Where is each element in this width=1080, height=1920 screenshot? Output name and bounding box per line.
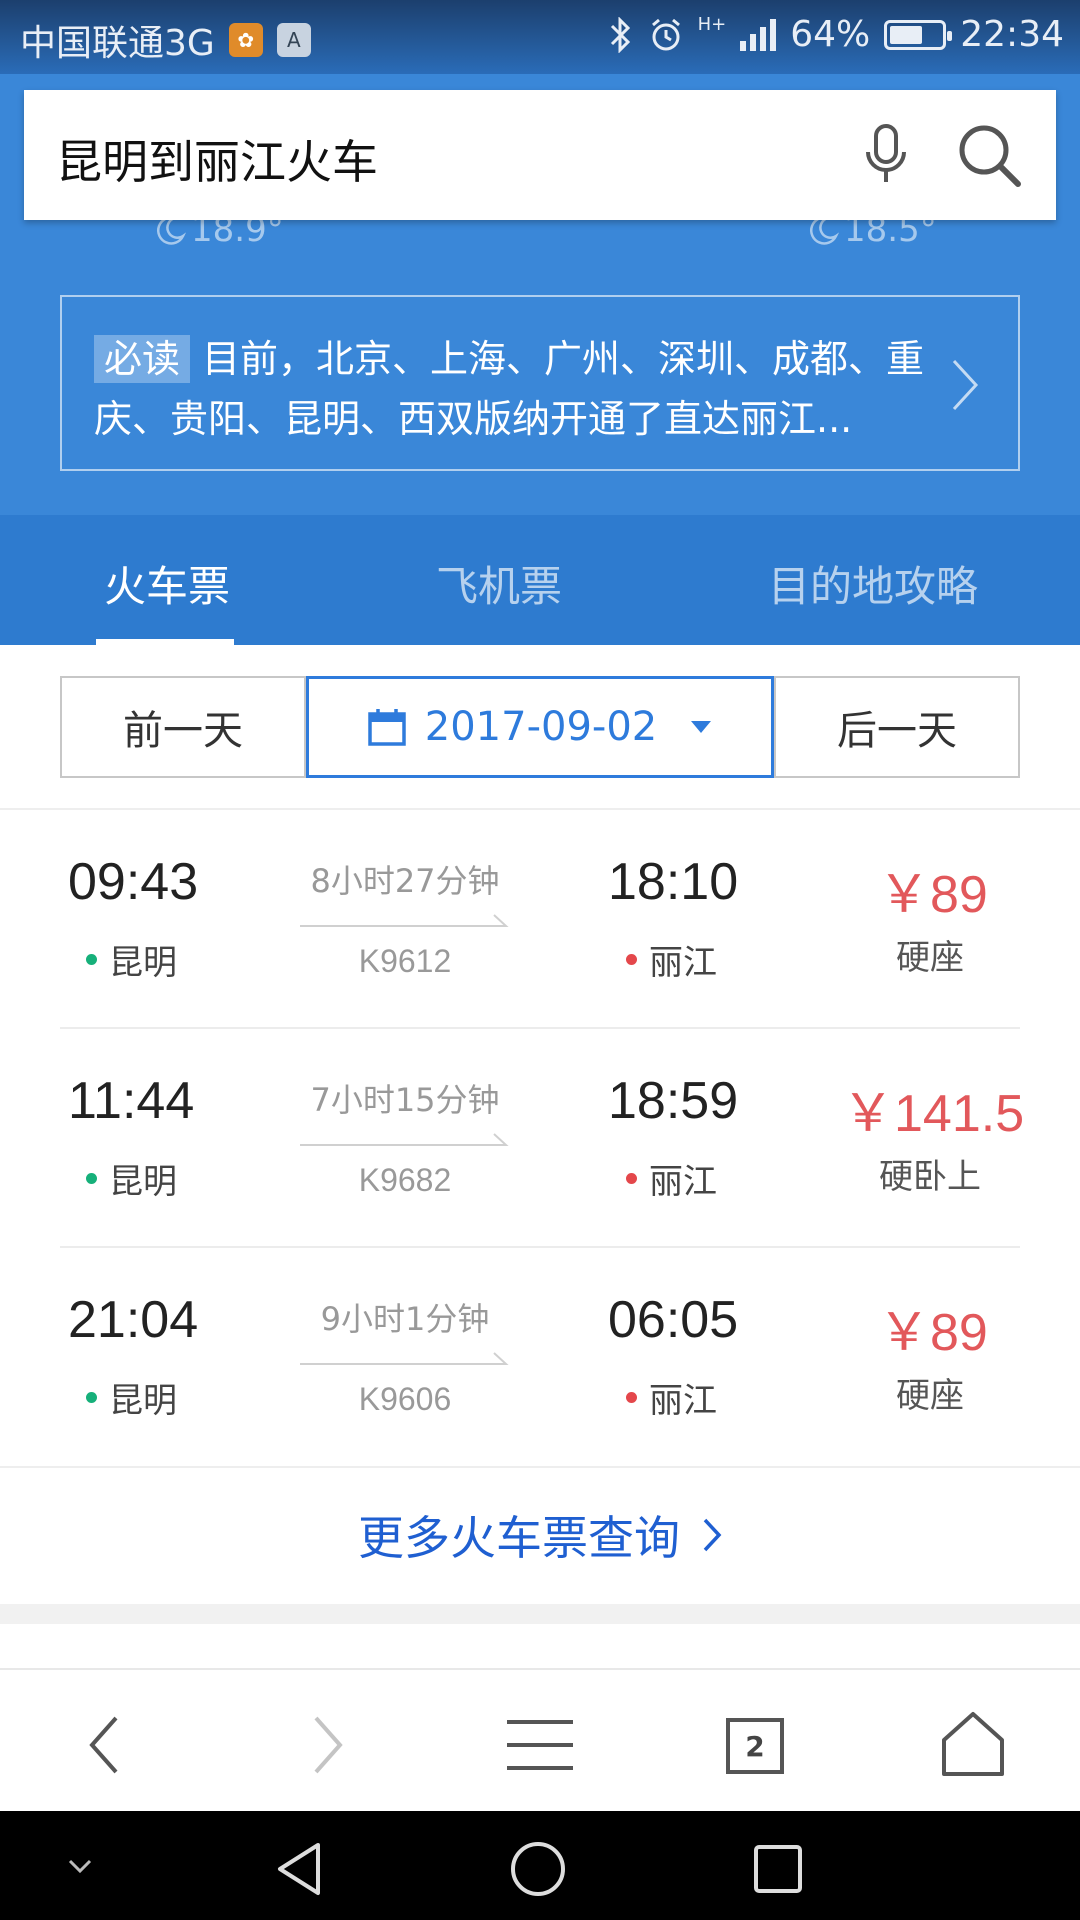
menu-icon[interactable] bbox=[505, 1710, 575, 1780]
tab-bar: 火车票 飞机票 目的地攻略 bbox=[0, 515, 1080, 645]
network-type-label: H+ bbox=[697, 14, 727, 35]
search-icon[interactable] bbox=[954, 120, 1024, 190]
status-bar: 中国联通3G ✿ A H+ 64% 22:34 bbox=[0, 0, 1080, 74]
price: ￥89 bbox=[878, 1304, 988, 1362]
chevron-right-icon bbox=[703, 1518, 722, 1552]
departure-time: 09:43 bbox=[68, 853, 199, 911]
signal-icon bbox=[740, 18, 777, 51]
arrow-right-icon bbox=[300, 914, 509, 927]
next-day-button[interactable]: 后一天 bbox=[774, 676, 1020, 778]
home-icon[interactable] bbox=[938, 1710, 1008, 1780]
status-right: H+ 64% 22:34 bbox=[608, 14, 1064, 55]
divider bbox=[0, 1466, 1080, 1468]
section-gap bbox=[0, 1604, 1080, 1624]
arrival-station-label: 丽江 bbox=[649, 943, 717, 983]
chevron-right-icon[interactable] bbox=[950, 357, 980, 413]
departure-dot bbox=[86, 1392, 97, 1403]
train-row[interactable]: 21:04 昆明 9小时1分钟 K9606 06:05 丽江 ￥89 硬座 bbox=[0, 1248, 1080, 1467]
arrival-station: 丽江 bbox=[626, 1154, 717, 1203]
system-home-icon[interactable] bbox=[508, 1839, 568, 1899]
arrow-right-icon bbox=[300, 1352, 509, 1365]
battery-percent: 64% bbox=[790, 14, 871, 55]
arrival-dot bbox=[626, 1392, 637, 1403]
departure-station: 昆明 bbox=[86, 935, 177, 984]
arrival-station: 丽江 bbox=[626, 1373, 717, 1422]
seat-type: 硬座 bbox=[896, 938, 964, 978]
battery-fill bbox=[890, 25, 923, 44]
search-bar[interactable]: 昆明到丽江火车 bbox=[24, 90, 1056, 220]
train-number: K9606 bbox=[358, 1381, 452, 1417]
departure-station: 昆明 bbox=[86, 1154, 177, 1203]
notice-badge: 必读 bbox=[94, 335, 191, 383]
price: ￥141.5 bbox=[842, 1085, 1025, 1143]
duration: 7小时15分钟 bbox=[310, 1081, 500, 1119]
departure-station: 昆明 bbox=[86, 1373, 177, 1422]
arrival-station-label: 丽江 bbox=[649, 1381, 717, 1421]
forward-icon[interactable] bbox=[290, 1710, 360, 1780]
departure-time: 21:04 bbox=[68, 1291, 199, 1349]
train-number: K9682 bbox=[358, 1162, 452, 1198]
duration: 9小时1分钟 bbox=[320, 1300, 490, 1338]
search-input[interactable]: 昆明到丽江火车 bbox=[56, 126, 378, 192]
date-selector: 前一天 2017-09-02 后一天 bbox=[60, 676, 1020, 778]
calendar-icon bbox=[368, 709, 406, 746]
microphone-icon[interactable] bbox=[856, 120, 916, 190]
departure-dot bbox=[86, 1173, 97, 1184]
caret-down-icon bbox=[691, 721, 712, 733]
arrival-dot bbox=[626, 1173, 637, 1184]
seat-type: 硬卧上 bbox=[879, 1157, 981, 1197]
departure-station-label: 昆明 bbox=[109, 943, 177, 983]
system-recents-icon[interactable] bbox=[748, 1839, 808, 1899]
tabs-count-button[interactable]: 2 bbox=[726, 1718, 784, 1774]
bluetooth-icon bbox=[610, 16, 630, 53]
active-tab-indicator bbox=[96, 639, 234, 645]
tab-flight-tickets[interactable]: 飞机票 bbox=[436, 553, 562, 614]
arrival-time: 18:59 bbox=[608, 1072, 739, 1130]
uc-browser-icon: ✿ bbox=[228, 23, 263, 57]
notice-banner[interactable]: 必读 目前，北京、上海、广州、深圳、成都、重庆、贵阳、昆明、西双版纳开通了直达丽江… bbox=[60, 295, 1020, 471]
browser-toolbar: 2 bbox=[0, 1668, 1080, 1811]
arrival-dot bbox=[626, 954, 637, 965]
price: ￥89 bbox=[878, 866, 988, 924]
more-link-label: 更多火车票查询 bbox=[358, 1511, 680, 1565]
previous-day-button[interactable]: 前一天 bbox=[60, 676, 306, 778]
tab-train-tickets[interactable]: 火车票 bbox=[104, 553, 230, 614]
date-picker-button[interactable]: 2017-09-02 bbox=[306, 676, 774, 778]
seat-type: 硬座 bbox=[896, 1376, 964, 1416]
chevron-down-icon[interactable] bbox=[60, 1847, 100, 1887]
clock: 22:34 bbox=[960, 14, 1064, 55]
arrival-time: 18:10 bbox=[608, 853, 739, 911]
train-list: 09:43 昆明 8小时27分钟 K9612 18:10 丽江 ￥89 硬座 1… bbox=[0, 810, 1080, 1467]
selected-date: 2017-09-02 bbox=[424, 704, 658, 750]
status-left: 中国联通3G ✿ A bbox=[20, 14, 311, 66]
train-row[interactable]: 09:43 昆明 8小时27分钟 K9612 18:10 丽江 ￥89 硬座 bbox=[0, 810, 1080, 1029]
departure-time: 11:44 bbox=[68, 1072, 195, 1130]
carrier-label: 中国联通3G bbox=[20, 23, 215, 64]
train-number: K9612 bbox=[358, 943, 452, 979]
departure-station-label: 昆明 bbox=[109, 1162, 177, 1202]
more-train-tickets-link[interactable]: 更多火车票查询 bbox=[0, 1470, 1080, 1600]
tab-destination-guide[interactable]: 目的地攻略 bbox=[768, 553, 978, 614]
arrival-station: 丽江 bbox=[626, 935, 717, 984]
back-icon[interactable] bbox=[72, 1710, 142, 1780]
arrow-right-icon bbox=[300, 1133, 509, 1146]
arrival-time: 06:05 bbox=[608, 1291, 739, 1349]
header-area: 中国联通3G ✿ A H+ 64% 22:34 18.9° 18.5° 昆明到丽… bbox=[0, 0, 1080, 645]
arrival-station-label: 丽江 bbox=[649, 1162, 717, 1202]
notice-text: 必读 目前，北京、上海、广州、深圳、成都、重庆、贵阳、昆明、西双版纳开通了直达丽江… bbox=[94, 329, 954, 449]
duration: 8小时27分钟 bbox=[310, 862, 500, 900]
train-row[interactable]: 11:44 昆明 7小时15分钟 K9682 18:59 丽江 ￥141.5 硬… bbox=[0, 1029, 1080, 1248]
system-back-icon[interactable] bbox=[270, 1839, 330, 1899]
system-nav-bar bbox=[0, 1811, 1080, 1920]
notice-content: 目前，北京、上海、广州、深圳、成都、重庆、贵阳、昆明、西双版纳开通了直达丽江..… bbox=[94, 337, 925, 441]
departure-dot bbox=[86, 954, 97, 965]
departure-station-label: 昆明 bbox=[109, 1381, 177, 1421]
battery-icon bbox=[884, 19, 953, 50]
alarm-icon bbox=[651, 18, 680, 50]
keyboard-app-icon: A bbox=[276, 23, 311, 57]
